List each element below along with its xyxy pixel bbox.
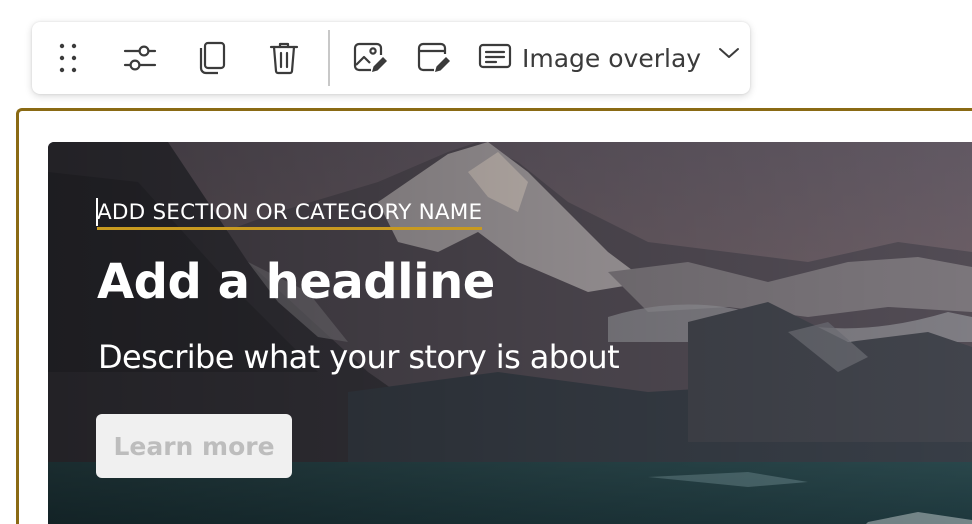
delete-icon [269,41,299,75]
drag-handle-icon [56,41,80,75]
page-canvas: Image overlay ADD SECTION OR CATEGORY NA… [0,0,972,524]
web-part-toolbar: Image overlay [32,22,750,94]
edit-image-button[interactable] [348,36,392,80]
category-name-field[interactable]: ADD SECTION OR CATEGORY NAME [97,200,483,230]
edit-image-icon [352,41,388,75]
drag-handle-button[interactable] [46,36,90,80]
duplicate-button[interactable] [190,36,234,80]
description-field[interactable]: Describe what your story is about [98,338,620,376]
settings-sliders-icon [122,42,158,74]
delete-button[interactable] [262,36,306,80]
edit-properties-button[interactable] [118,36,162,80]
edit-background-icon [416,41,452,75]
headline-field[interactable]: Add a headline [97,254,495,310]
layout-dropdown[interactable]: Image overlay [478,34,740,82]
learn-more-button[interactable]: Learn more [96,414,292,478]
text-layout-icon [478,42,512,75]
chevron-down-icon [718,46,740,65]
duplicate-icon [197,41,227,75]
layout-dropdown-value: Image overlay [522,43,702,73]
edit-background-button[interactable] [412,36,456,80]
toolbar-divider [328,30,330,86]
